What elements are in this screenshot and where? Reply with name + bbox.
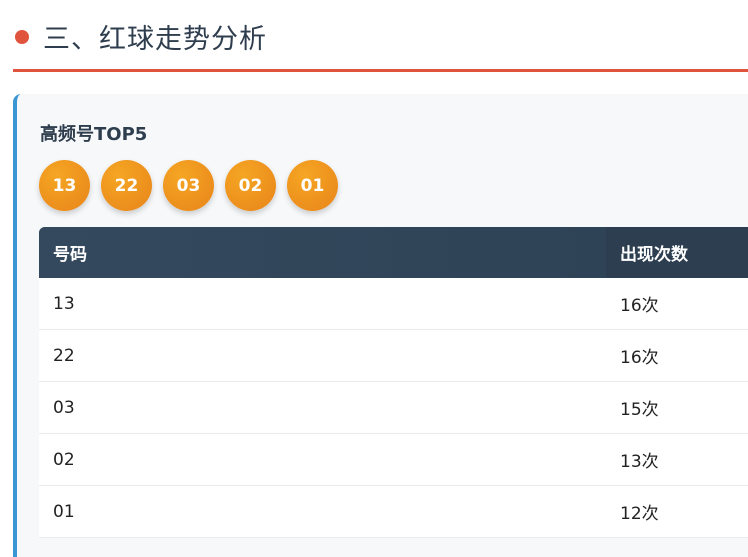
ball-list: 13 22 03 02 01 <box>39 160 338 211</box>
number-ball: 02 <box>225 160 276 211</box>
column-header-number: 号码 <box>39 227 606 278</box>
section-title: 三、红球走势分析 <box>43 24 267 55</box>
cell-count: 13次 <box>620 452 659 472</box>
cell-number: 13 <box>53 293 75 314</box>
section-header: 三、红球走势分析 <box>13 0 748 72</box>
table-row: 01 12次 <box>39 486 748 538</box>
number-ball: 22 <box>101 160 152 211</box>
cell-count: 16次 <box>620 348 659 368</box>
cell-number: 01 <box>53 501 75 522</box>
cell-number: 02 <box>53 449 75 470</box>
table-row: 22 16次 <box>39 330 748 382</box>
table-row: 13 16次 <box>39 278 748 330</box>
red-dot-icon <box>15 29 29 44</box>
cell-count: 16次 <box>620 296 659 316</box>
number-ball: 13 <box>39 160 90 211</box>
frequency-table: 号码 出现次数 13 16次 22 16次 03 15次 02 13次 01 1… <box>39 227 748 538</box>
cell-count: 12次 <box>620 504 659 524</box>
cell-count: 15次 <box>620 400 659 420</box>
page: 三、红球走势分析 高频号TOP5 13 22 03 02 01 号码 出现次数 … <box>0 0 748 557</box>
hot-numbers-card: 高频号TOP5 13 22 03 02 01 号码 出现次数 13 16次 22… <box>13 94 748 557</box>
card-title: 高频号TOP5 <box>40 124 148 145</box>
column-header-count: 出现次数 <box>606 227 748 278</box>
number-ball: 01 <box>287 160 338 211</box>
cell-number: 03 <box>53 397 75 418</box>
table-row: 02 13次 <box>39 434 748 486</box>
table-header: 号码 出现次数 <box>39 227 748 278</box>
cell-number: 22 <box>53 345 75 366</box>
table-row: 03 15次 <box>39 382 748 434</box>
number-ball: 03 <box>163 160 214 211</box>
